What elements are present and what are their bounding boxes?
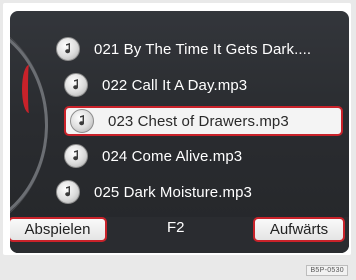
- play-button[interactable]: Abspielen: [10, 217, 107, 242]
- figure-frame: 021 By The Time It Gets Dark.... 022 Cal…: [3, 3, 351, 255]
- track-label: 023 Chest of Drawers.mp3: [108, 112, 289, 130]
- track-item-022[interactable]: 022 Call It A Day.mp3: [64, 71, 334, 99]
- track-item-024[interactable]: 024 Come Alive.mp3: [64, 142, 334, 170]
- music-note-icon: [70, 109, 94, 133]
- track-label: 025 Dark Moisture.mp3: [94, 183, 252, 201]
- music-note-icon: [64, 144, 88, 168]
- figure-id-label: B5P-0530: [306, 265, 348, 276]
- music-note-icon: [56, 180, 80, 204]
- music-note-icon: [64, 73, 88, 97]
- scroll-position-indicator[interactable]: [22, 65, 36, 113]
- softkey-bar: Abspielen F2 Aufwärts: [10, 217, 349, 253]
- track-item-021[interactable]: 021 By The Time It Gets Dark....: [56, 35, 342, 63]
- track-label: 022 Call It A Day.mp3: [102, 76, 248, 94]
- track-label: 024 Come Alive.mp3: [102, 147, 243, 165]
- infotainment-screen: 021 By The Time It Gets Dark.... 022 Cal…: [10, 11, 349, 253]
- track-label: 021 By The Time It Gets Dark....: [94, 40, 312, 58]
- track-item-023-selected[interactable]: 023 Chest of Drawers.mp3: [64, 106, 343, 136]
- track-item-025[interactable]: 025 Dark Moisture.mp3: [56, 178, 336, 206]
- scroll-arc: [10, 17, 48, 233]
- function-key-label: F2: [167, 219, 185, 236]
- music-note-icon: [56, 37, 80, 61]
- up-button[interactable]: Aufwärts: [253, 217, 345, 242]
